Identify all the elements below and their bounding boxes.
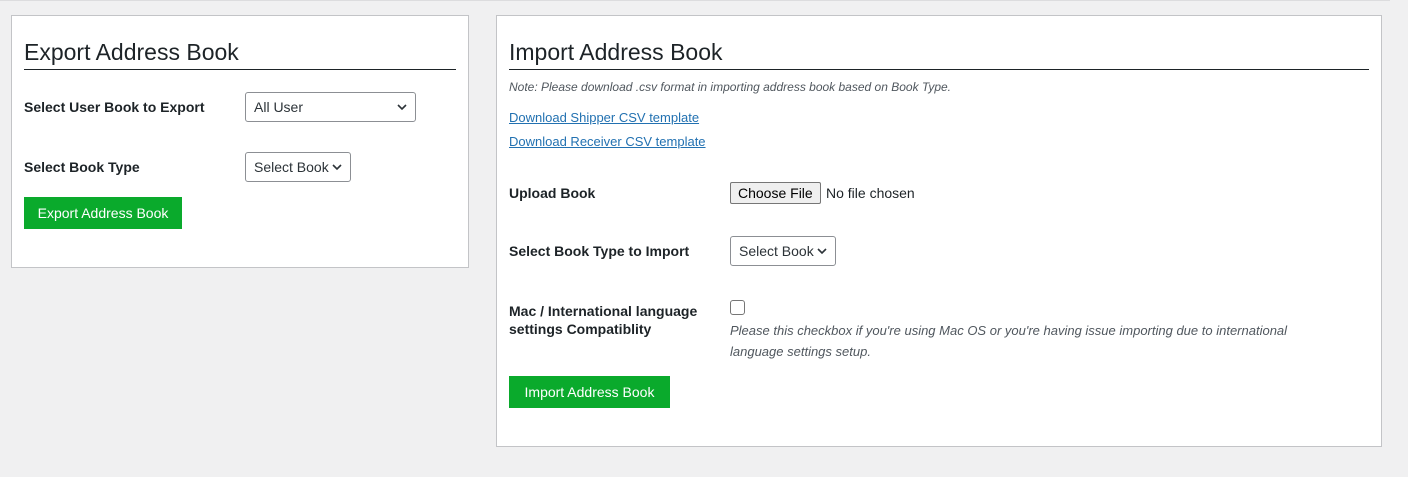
user-book-label: Select User Book to Export [24, 99, 205, 115]
user-book-select[interactable]: All User [245, 92, 416, 122]
export-button[interactable]: Export Address Book [24, 197, 182, 229]
export-panel: Export Address Book Select User Book to … [11, 15, 469, 268]
shipper-template-link[interactable]: Download Shipper CSV template [509, 110, 699, 126]
compat-checkbox[interactable] [730, 300, 745, 315]
import-button[interactable]: Import Address Book [509, 376, 670, 408]
book-type-label: Select Book Type [24, 159, 140, 175]
export-title: Export Address Book [24, 39, 239, 65]
export-title-rule [24, 69, 456, 70]
file-status: No file chosen [826, 185, 915, 201]
chevron-down-icon [397, 104, 407, 111]
import-book-type-label: Select Book Type to Import [509, 243, 690, 259]
receiver-template-link[interactable]: Download Receiver CSV template [509, 134, 706, 150]
import-panel: Import Address Book Note: Please downloa… [496, 15, 1382, 447]
compat-label-line2: settings Compatiblity [509, 321, 652, 337]
chevron-down-icon [332, 164, 342, 171]
choose-file-button[interactable]: Choose File [730, 182, 821, 204]
import-note: Note: Please download .csv format in imp… [509, 80, 952, 94]
import-book-type-select-value: Select Book [739, 243, 814, 259]
upload-label: Upload Book [509, 185, 596, 201]
user-book-select-value: All User [254, 99, 304, 115]
compat-label-line1: Mac / International language [509, 303, 698, 319]
compat-help-line1: Please this checkbox if you're using Mac… [730, 323, 1288, 338]
import-book-type-select[interactable]: Select Book [730, 236, 836, 266]
top-divider [0, 0, 1390, 1]
export-book-type-select-value: Select Book [254, 159, 329, 175]
import-title-rule [509, 69, 1369, 70]
compat-help-line2: language settings setup. [730, 344, 871, 359]
chevron-down-icon [817, 248, 827, 255]
import-title: Import Address Book [509, 39, 723, 65]
export-book-type-select[interactable]: Select Book [245, 152, 351, 182]
